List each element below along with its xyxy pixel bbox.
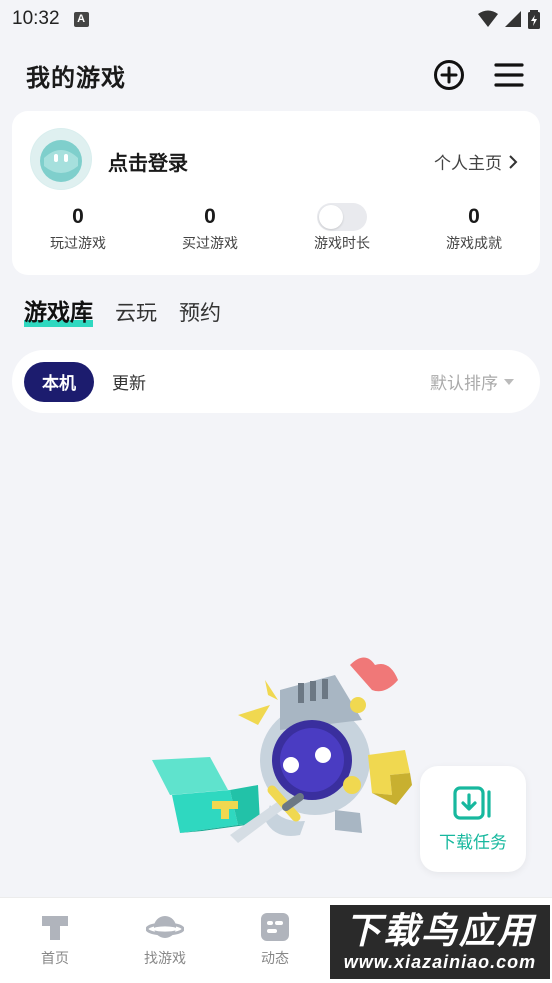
nav-label: 首页 [41, 951, 69, 967]
stat-played[interactable]: 0 玩过游戏 [12, 203, 144, 253]
wifi-icon [478, 10, 498, 27]
app-header: 我的游戏 [0, 50, 552, 100]
stat-label: 游戏时长 [314, 236, 370, 252]
download-icon [453, 785, 491, 820]
status-time: 10:32 [12, 8, 60, 29]
tab-label: 预约 [179, 301, 221, 325]
nav-find-games[interactable]: 找游戏 [110, 898, 220, 983]
homepage-label: 个人主页 [434, 154, 502, 174]
watermark: 下载鸟应用 www.xiazainiao.com [330, 905, 550, 979]
avatar[interactable] [30, 128, 92, 190]
watermark-title: 下载鸟应用 [344, 910, 535, 952]
add-game-button[interactable] [432, 58, 466, 92]
empty-state-illustration [152, 657, 412, 843]
treasure-chest-icon [152, 757, 260, 833]
stat-bought[interactable]: 0 买过游戏 [144, 203, 276, 253]
nav-feed[interactable]: 动态 [220, 898, 330, 983]
menu-icon [494, 63, 524, 87]
filter-bar: 本机 更新 默认排序 [12, 350, 540, 413]
stat-value: 0 [468, 205, 480, 228]
download-tasks-label: 下载任务 [439, 832, 507, 853]
stat-label: 玩过游戏 [50, 236, 106, 252]
stat-value: 0 [204, 205, 216, 228]
playtime-toggle[interactable] [317, 203, 367, 231]
tab-label: 游戏库 [24, 300, 93, 326]
stat-label: 买过游戏 [182, 236, 238, 252]
status-bar: 10:32 A [0, 0, 552, 38]
tab-label: 云玩 [115, 301, 157, 325]
plus-circle-icon [434, 60, 464, 90]
signal-icon [505, 11, 521, 27]
feed-icon [261, 913, 289, 941]
page-title: 我的游戏 [26, 63, 126, 92]
filter-local-chip[interactable]: 本机 [24, 361, 94, 402]
status-icons [478, 9, 540, 29]
profile-card: 点击登录 个人主页 0 玩过游戏 0 买过游戏 游戏时长 0 游戏成就 [12, 111, 540, 275]
sort-label: 默认排序 [430, 374, 498, 394]
stats-row: 0 玩过游戏 0 买过游戏 游戏时长 0 游戏成就 [12, 203, 540, 253]
tab-library[interactable]: 游戏库 [24, 296, 93, 330]
battery-icon [528, 10, 540, 29]
stat-playtime[interactable]: 游戏时长 [276, 203, 408, 253]
tab-cloud[interactable]: 云玩 [115, 296, 157, 330]
menu-button[interactable] [492, 58, 526, 92]
library-tabs: 游戏库 云玩 预约 [24, 296, 221, 330]
tab-reserve[interactable]: 预约 [179, 296, 221, 330]
download-tasks-button[interactable]: 下载任务 [420, 766, 526, 872]
home-icon [42, 916, 68, 940]
homepage-link[interactable]: 个人主页 [434, 149, 518, 174]
toggle-knob [319, 205, 343, 229]
nav-home[interactable]: 首页 [0, 898, 110, 983]
robot-face-icon [31, 129, 91, 189]
login-link[interactable]: 点击登录 [108, 147, 188, 176]
stat-achievements[interactable]: 0 游戏成就 [408, 203, 540, 253]
sort-dropdown[interactable]: 默认排序 [430, 369, 514, 394]
chevron-right-icon [509, 154, 518, 169]
stat-value: 0 [72, 205, 84, 228]
nav-label: 动态 [261, 951, 289, 967]
planet-icon [146, 916, 184, 938]
notification-icon: A [73, 11, 89, 27]
caret-down-icon [504, 378, 514, 385]
nav-label: 找游戏 [144, 951, 186, 967]
filter-update-chip[interactable]: 更新 [112, 369, 146, 394]
watermark-url: www.xiazainiao.com [343, 951, 537, 972]
stat-label: 游戏成就 [446, 236, 502, 252]
